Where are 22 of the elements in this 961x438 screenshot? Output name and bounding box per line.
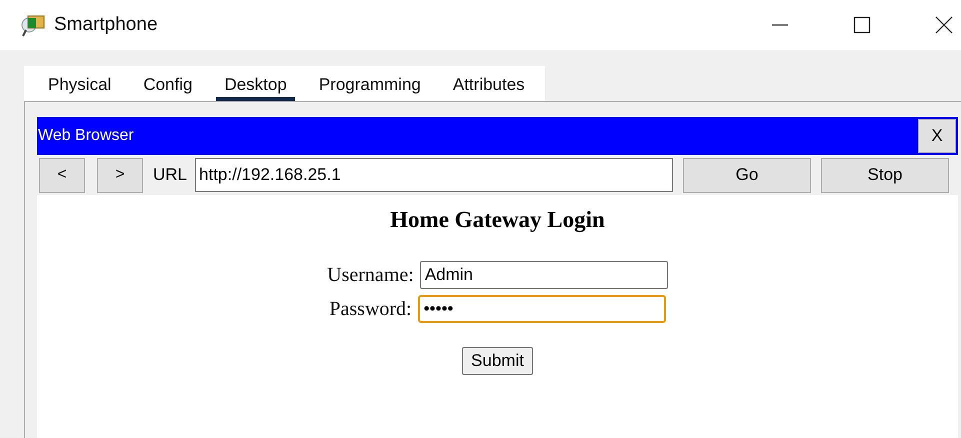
close-icon[interactable] <box>935 16 953 34</box>
input-field[interactable]: Admin <box>420 261 668 289</box>
app-icon <box>20 13 46 37</box>
tab[interactable]: Physical <box>40 66 120 101</box>
forward-button[interactable]: > <box>97 158 143 192</box>
tab[interactable]: Programming <box>310 66 429 101</box>
url-label: URL <box>153 165 188 185</box>
page-heading: Home Gateway Login <box>390 207 605 233</box>
back-button[interactable]: < <box>39 158 85 192</box>
input-field[interactable]: ••••• <box>418 295 666 323</box>
close-button[interactable]: X <box>918 119 956 153</box>
tab[interactable]: Attributes <box>444 66 533 101</box>
tab[interactable]: Config <box>135 66 200 101</box>
browser-title: Web Browser <box>38 127 134 145</box>
maximize-icon[interactable] <box>853 16 871 34</box>
url-field[interactable]: http://192.168.25.1 <box>195 158 674 192</box>
field-label: Password: <box>329 298 412 320</box>
window-title: Smartphone <box>54 14 158 36</box>
field-label: Username: <box>327 264 414 286</box>
submit-button[interactable]: Submit <box>462 347 533 375</box>
go-button[interactable]: Go <box>683 158 812 192</box>
stop-button[interactable]: Stop <box>821 158 950 192</box>
